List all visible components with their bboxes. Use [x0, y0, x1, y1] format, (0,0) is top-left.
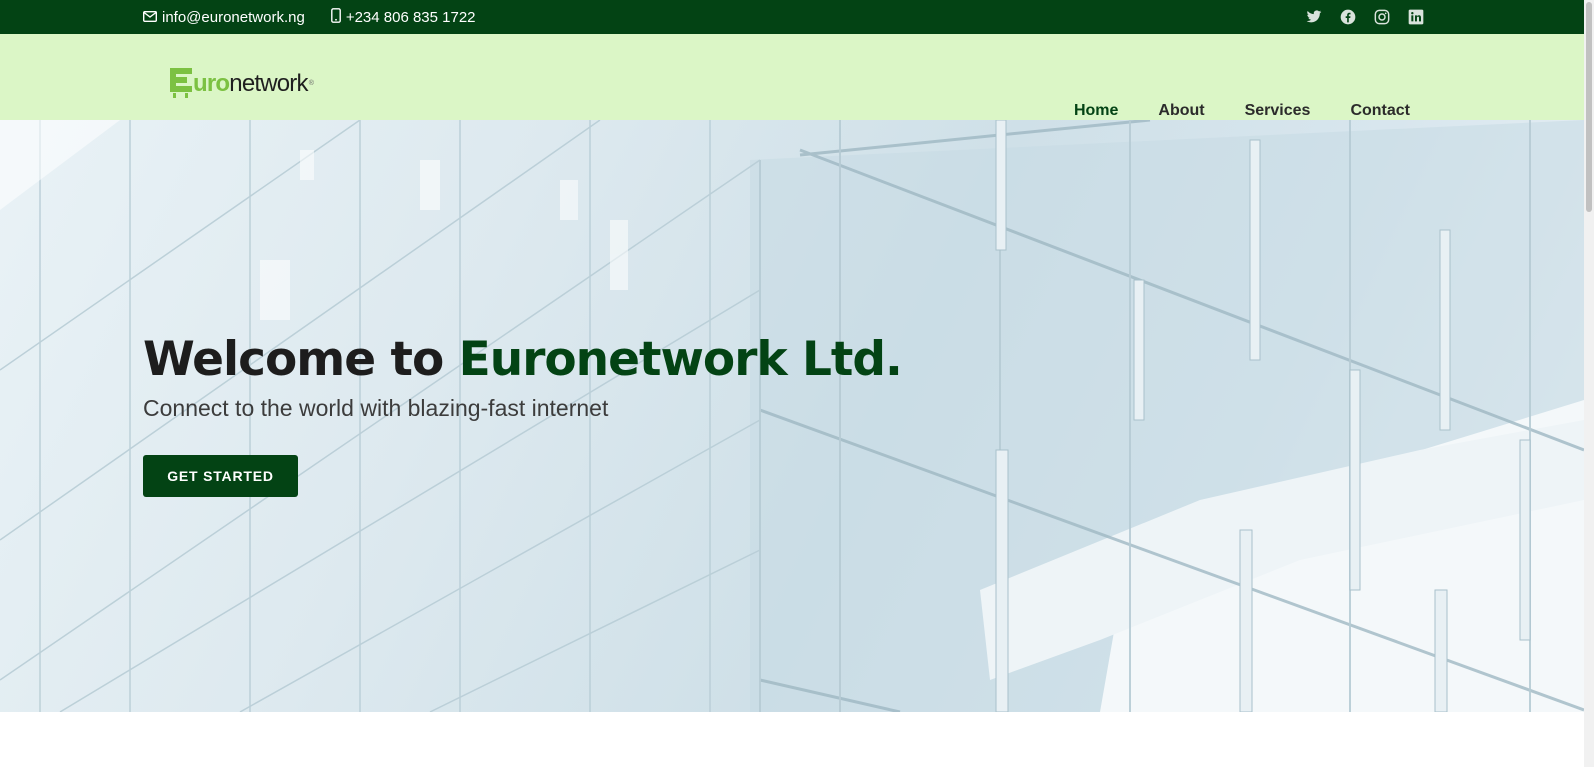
top-bar: info@euronetwork.ng +234 806 835 1722: [0, 0, 1584, 34]
hero-title-brand: Euronetwork Ltd.: [458, 332, 903, 387]
facebook-icon[interactable]: [1339, 8, 1357, 26]
instagram-icon[interactable]: [1373, 8, 1391, 26]
linkedin-icon[interactable]: [1407, 8, 1425, 26]
hero-title: Welcome to Euronetwork Ltd.: [143, 332, 903, 387]
page-scrollbar[interactable]: [1584, 0, 1594, 767]
phone-icon: [330, 7, 346, 27]
social-links: [1289, 0, 1425, 34]
get-started-button[interactable]: GET STARTED: [143, 455, 298, 497]
email-link[interactable]: info@euronetwork.ng: [142, 8, 305, 26]
twitter-icon[interactable]: [1305, 8, 1323, 26]
phone-link[interactable]: +234 806 835 1722: [330, 7, 476, 27]
logo-e-mark: [170, 68, 192, 98]
logo-wordmark: uronetwork®: [193, 70, 314, 97]
hero-title-prefix: Welcome to: [143, 332, 459, 387]
phone-text: +234 806 835 1722: [345, 8, 476, 26]
euronetwork-logo[interactable]: uronetwork®: [170, 68, 314, 98]
email-text: info@euronetwork.ng: [162, 8, 305, 26]
scrollbar-thumb[interactable]: [1586, 2, 1592, 212]
hero-subtitle: Connect to the world with blazing-fast i…: [143, 395, 609, 421]
envelope-icon: [142, 9, 162, 26]
site-header: uronetwork® Home About Services Contact: [0, 34, 1584, 128]
hero-section: Welcome to Euronetwork Ltd. Connect to t…: [0, 120, 1584, 712]
contact-info: info@euronetwork.ng +234 806 835 1722: [142, 0, 502, 34]
